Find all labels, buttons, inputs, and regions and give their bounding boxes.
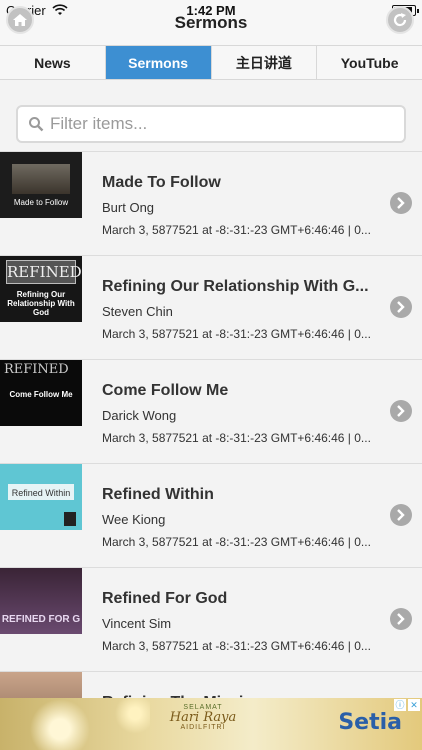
page-title: Sermons: [174, 13, 248, 32]
search-icon: [28, 116, 44, 137]
sermon-title: Made To Follow: [102, 174, 221, 191]
chevron-right-icon[interactable]: [390, 400, 412, 422]
ad-artwork: [0, 698, 150, 750]
sermon-speaker: Vincent Sim: [102, 616, 172, 631]
refresh-icon: [393, 13, 407, 27]
chevron-right-icon[interactable]: [390, 608, 412, 630]
sermon-thumbnail: REFINED Come Follow Me: [0, 360, 82, 426]
sermon-title: Refining Our Relationship With G...: [102, 278, 369, 295]
sermon-meta: March 3, 5877521 at -8:-31:-23 GMT+6:46:…: [102, 639, 371, 653]
sermon-speaker: Darick Wong: [102, 408, 177, 423]
sermon-thumbnail: Refined Within: [0, 464, 82, 530]
sermon-speaker: Burt Ong: [102, 200, 155, 215]
sermon-row-refining-relationship[interactable]: REFINED Refining Our Relationship With G…: [0, 255, 422, 359]
ad-controls: ⓘ ✕: [394, 699, 420, 711]
sermon-meta: March 3, 5877521 at -8:-31:-23 GMT+6:46:…: [102, 431, 371, 445]
sermon-row-come-follow-me[interactable]: REFINED Come Follow Me Come Follow Me Da…: [0, 359, 422, 463]
chevron-right-icon[interactable]: [390, 296, 412, 318]
sermon-speaker: Wee Kiong: [102, 512, 166, 527]
refresh-button[interactable]: [386, 6, 414, 34]
search-box: [16, 105, 406, 143]
sermon-thumbnail: REFINED Refining Our Relationship With G…: [0, 256, 82, 322]
ad-info-icon[interactable]: ⓘ: [394, 699, 406, 711]
sermon-meta: March 3, 5877521 at -8:-31:-23 GMT+6:46:…: [102, 535, 371, 549]
sermon-row-made-to-follow[interactable]: Made to Follow Made To Follow Burt Ong M…: [0, 151, 422, 255]
ad-greeting: SELAMAT Hari Raya AIDILFITRI: [169, 704, 237, 731]
ad-banner[interactable]: SELAMAT Hari Raya AIDILFITRI Setia ⓘ ✕: [0, 698, 422, 750]
sermon-meta: March 3, 5877521 at -8:-31:-23 GMT+6:46:…: [102, 327, 371, 341]
chevron-right-icon[interactable]: [390, 504, 412, 526]
tab-youtube[interactable]: YouTube: [317, 46, 422, 79]
sermon-thumbnail: REFINED FOR G: [0, 568, 82, 634]
ad-brand: Setia: [338, 710, 402, 735]
sermon-row-refined-for-god[interactable]: REFINED FOR G Refined For God Vincent Si…: [0, 567, 422, 671]
tab-news[interactable]: News: [0, 46, 106, 79]
sermon-title: Refined For God: [102, 590, 228, 607]
sermon-meta: March 3, 5877521 at -8:-31:-23 GMT+6:46:…: [102, 223, 371, 237]
sermon-thumbnail: Made to Follow: [0, 152, 82, 218]
tab-sermons[interactable]: Sermons: [105, 46, 212, 79]
sermon-title: Refined Within: [102, 486, 214, 503]
ad-close-icon[interactable]: ✕: [408, 699, 420, 711]
sermon-title: Come Follow Me: [102, 382, 229, 399]
navigation-bar: Sermons: [0, 6, 422, 46]
sermon-list: Made to Follow Made To Follow Burt Ong M…: [0, 151, 422, 750]
tab-bar: News Sermons 主日讲道 YouTube: [0, 45, 422, 80]
sermon-speaker: Steven Chin: [102, 304, 173, 319]
chevron-right-icon[interactable]: [390, 192, 412, 214]
filter-input[interactable]: [50, 113, 390, 135]
sermon-row-refined-within[interactable]: Refined Within Refined Within Wee Kiong …: [0, 463, 422, 567]
tab-chinese-sermons[interactable]: 主日讲道: [212, 46, 318, 79]
